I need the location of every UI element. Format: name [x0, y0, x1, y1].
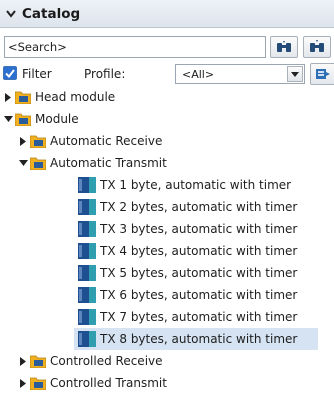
- profile-label: Profile:: [84, 67, 126, 81]
- binoculars-icon: [277, 41, 291, 52]
- search-input[interactable]: [4, 36, 266, 58]
- tree-item-tx-3[interactable]: TX 3 bytes, automatic with timer: [0, 218, 297, 240]
- collapse-arrow-icon[interactable]: [3, 108, 13, 130]
- module-icon: [78, 177, 96, 193]
- tree-item-label: TX 5 bytes, automatic with timer: [100, 266, 298, 280]
- tree-item-label: TX 3 bytes, automatic with timer: [100, 222, 298, 236]
- folder-icon: [15, 91, 31, 104]
- folder-icon: [30, 355, 46, 368]
- tree-item-tx-2[interactable]: TX 2 bytes, automatic with timer: [0, 196, 297, 218]
- module-icon: [78, 199, 96, 215]
- module-icon: [78, 309, 96, 325]
- expand-arrow-icon[interactable]: [18, 130, 28, 152]
- tree-item-controlled-transmit[interactable]: Controlled Transmit: [0, 372, 167, 394]
- tree-item-automatic-transmit[interactable]: Automatic Transmit: [0, 152, 167, 174]
- module-icon: [78, 331, 96, 347]
- module-icon: [78, 243, 96, 259]
- tree-item-head-module[interactable]: Head module: [0, 86, 115, 108]
- tree-item-label: TX 2 bytes, automatic with timer: [100, 200, 298, 214]
- tree-item-label: Automatic Transmit: [50, 156, 167, 170]
- tree-item-label: Module: [35, 112, 79, 126]
- search-forward-button[interactable]: [270, 36, 298, 58]
- tree-item-automatic-receive[interactable]: Automatic Receive: [0, 130, 162, 152]
- profile-select[interactable]: <All>: [175, 64, 305, 84]
- profile-settings-button[interactable]: [310, 63, 334, 85]
- profile-icon: [316, 69, 330, 79]
- filter-label: Filter: [22, 67, 52, 81]
- catalog-title: Catalog: [22, 5, 81, 22]
- expand-arrow-icon[interactable]: [18, 372, 28, 394]
- filter-checkbox[interactable]: [3, 66, 17, 80]
- tree-item-label: TX 1 byte, automatic with timer: [100, 178, 292, 192]
- chevron-down-icon[interactable]: [0, 9, 22, 18]
- tree-item-label: Head module: [35, 90, 116, 104]
- tree-item-tx-5[interactable]: TX 5 bytes, automatic with timer: [0, 262, 297, 284]
- catalog-header[interactable]: Catalog: [0, 0, 334, 28]
- expand-arrow-icon[interactable]: [18, 350, 28, 372]
- collapse-arrow-icon[interactable]: [18, 152, 28, 174]
- folder-icon: [30, 135, 46, 148]
- tree-item-label: TX 6 bytes, automatic with timer: [100, 288, 298, 302]
- search-backward-button[interactable]: [303, 36, 331, 58]
- module-icon: [78, 265, 96, 281]
- search-row: [0, 36, 334, 58]
- tree-item-module[interactable]: Module: [0, 108, 79, 130]
- tree-item-label: TX 8 bytes, automatic with timer: [100, 332, 298, 346]
- tree-item-label: Controlled Transmit: [50, 376, 167, 390]
- module-icon: [78, 287, 96, 303]
- expand-arrow-icon[interactable]: [3, 86, 13, 108]
- folder-icon: [15, 113, 31, 126]
- binoculars-icon: [310, 40, 324, 52]
- tree-item-tx-4[interactable]: TX 4 bytes, automatic with timer: [0, 240, 297, 262]
- filter-row: Filter Profile: <All>: [0, 62, 334, 86]
- tree-item-tx-8[interactable]: TX 8 bytes, automatic with timer: [74, 328, 318, 350]
- profile-select-value: <All>: [182, 68, 215, 81]
- checkmark-icon: [5, 68, 15, 78]
- tree-item-controlled-receive[interactable]: Controlled Receive: [0, 350, 163, 372]
- module-icon: [78, 221, 96, 237]
- tree-item-label: Automatic Receive: [50, 134, 163, 148]
- tree-item-tx-1[interactable]: TX 1 byte, automatic with timer: [0, 174, 291, 196]
- tree-item-label: TX 7 bytes, automatic with timer: [100, 310, 298, 324]
- tree-item-label: TX 4 bytes, automatic with timer: [100, 244, 298, 258]
- folder-icon: [30, 377, 46, 390]
- tree-item-tx-7[interactable]: TX 7 bytes, automatic with timer: [0, 306, 297, 328]
- tree-item-label: Controlled Receive: [50, 354, 163, 368]
- folder-icon: [30, 157, 46, 170]
- tree-item-tx-6[interactable]: TX 6 bytes, automatic with timer: [0, 284, 297, 306]
- dropdown-arrow-icon[interactable]: [287, 66, 303, 82]
